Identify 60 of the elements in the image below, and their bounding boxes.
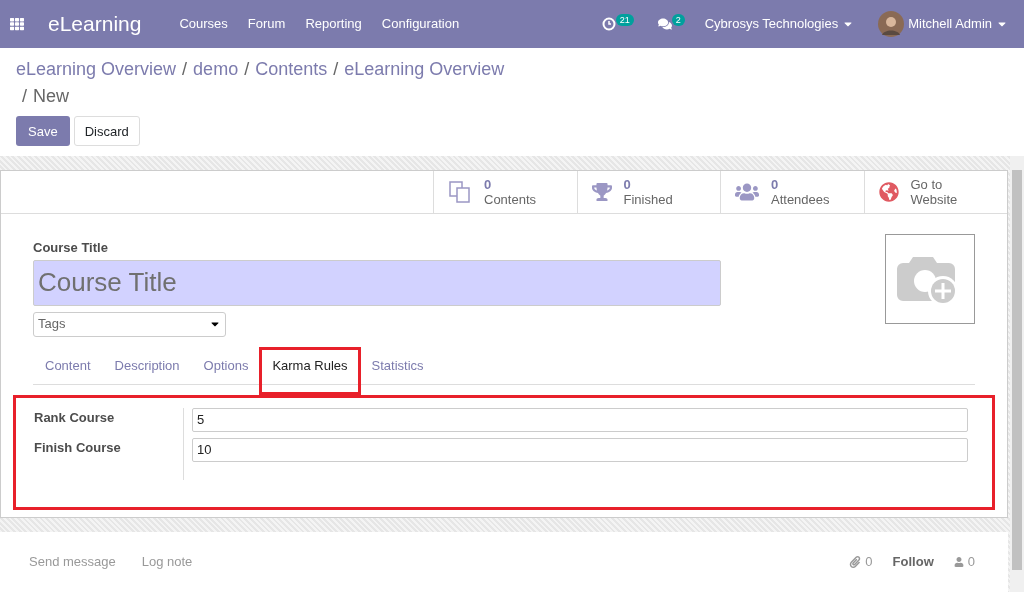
user-icon xyxy=(953,557,964,567)
tags-placeholder: Tags xyxy=(38,315,66,334)
breadcrumb-current: New xyxy=(33,85,70,108)
count-badge: 21 xyxy=(615,14,634,26)
menu-item[interactable]: Configuration xyxy=(381,14,460,34)
breadcrumb-separator: / xyxy=(244,58,250,81)
tab[interactable]: Options xyxy=(191,356,261,384)
tab[interactable]: Karma Rules xyxy=(260,356,360,384)
chat-icon[interactable] xyxy=(657,17,672,31)
stat-value: 0 xyxy=(484,177,493,192)
follower-count[interactable]: 0 xyxy=(953,552,975,572)
company-switcher[interactable]: Cybrosys Technologies xyxy=(704,14,855,34)
breadcrumb-separator: / xyxy=(333,58,339,81)
avatar xyxy=(878,11,905,37)
tab[interactable]: Content xyxy=(33,356,103,384)
stat-button[interactable]: 0 Attendees xyxy=(720,171,864,213)
tab[interactable]: Statistics xyxy=(359,356,436,384)
breadcrumb-link[interactable]: demo xyxy=(193,56,239,83)
breadcrumb-separator: / xyxy=(22,85,27,108)
stat-label: Finished xyxy=(623,192,673,207)
breadcrumb-link[interactable]: eLearning Overview xyxy=(344,56,505,83)
stat-label: Website xyxy=(910,192,958,207)
breadcrumb-link[interactable]: Contents xyxy=(255,56,328,83)
copy-icon xyxy=(448,180,472,204)
paperclip-icon xyxy=(849,556,862,568)
attachment-count[interactable]: 0 xyxy=(849,552,873,572)
menu-item[interactable]: Reporting xyxy=(305,14,362,34)
apps-menu-icon[interactable] xyxy=(10,17,24,31)
clock-icon xyxy=(601,17,616,31)
title-field[interactable]: Course Title xyxy=(33,259,721,306)
menu-item[interactable]: Forum xyxy=(247,14,286,34)
input-field[interactable]: 10 xyxy=(192,437,968,462)
discard-button[interactable]: Discard xyxy=(73,116,140,146)
tags-field[interactable]: Tags xyxy=(33,311,226,337)
app-name[interactable]: eLearning xyxy=(48,8,142,40)
stat-value: 0 xyxy=(771,177,780,192)
stat-button[interactable]: 0 Contents xyxy=(433,171,577,213)
trophy-icon xyxy=(591,182,612,202)
breadcrumb-separator: / xyxy=(182,58,188,81)
field-label: Finish Course xyxy=(34,438,122,457)
breadcrumb-link[interactable]: eLearning Overview xyxy=(16,56,177,83)
tab[interactable]: Description xyxy=(102,356,192,384)
stat-button[interactable]: 0 Finished xyxy=(576,171,720,213)
follow-button[interactable]: Follow xyxy=(892,552,934,572)
send-message-link[interactable]: Send message xyxy=(29,552,116,572)
image-placeholder[interactable] xyxy=(885,234,975,324)
save-button[interactable]: Save xyxy=(16,116,70,146)
stat-value: Go to xyxy=(910,177,944,192)
field-label: Rank Course xyxy=(34,408,116,427)
stat-button[interactable]: Go to Website xyxy=(863,171,1007,213)
stat-value: 0 xyxy=(623,177,632,192)
log-note-link[interactable]: Log note xyxy=(141,552,193,572)
count-badge: 2 xyxy=(671,14,685,26)
stat-label: Attendees xyxy=(771,192,830,207)
globe-icon xyxy=(878,182,899,202)
stat-label: Contents xyxy=(484,192,537,207)
input-field[interactable]: 5 xyxy=(192,407,968,432)
user-menu[interactable]: Mitchell Admin xyxy=(908,14,1008,34)
field-label: Course Title xyxy=(33,239,109,257)
menu-item[interactable]: Courses xyxy=(179,14,228,34)
